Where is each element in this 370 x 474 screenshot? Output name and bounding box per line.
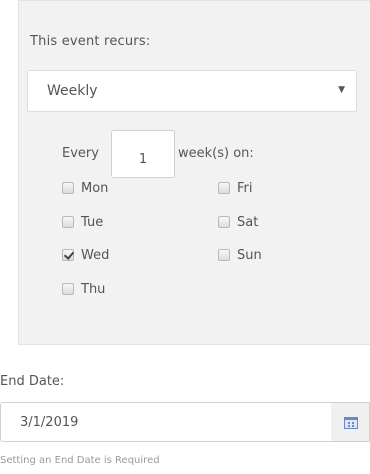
day-label: Wed [81, 247, 110, 263]
calendar-button[interactable] [331, 402, 370, 442]
unit-label: week(s) on: [178, 146, 254, 161]
interval-input[interactable] [111, 130, 175, 178]
day-checkbox-sun[interactable]: Sun [218, 246, 262, 264]
dropdown-arrow-icon: ▼ [338, 85, 345, 95]
checkbox-icon[interactable] [218, 216, 230, 228]
checkbox-icon[interactable] [218, 249, 230, 261]
every-label: Every [62, 146, 99, 161]
day-checkbox-tue[interactable]: Tue [62, 213, 103, 231]
day-checkbox-mon[interactable]: Mon [62, 179, 108, 197]
checkbox-icon[interactable] [62, 283, 74, 295]
frequency-select[interactable]: Weekly ▼ [27, 70, 357, 112]
recurrence-label: This event recurs: [30, 34, 151, 49]
checkbox-icon[interactable] [62, 216, 74, 228]
day-label: Sat [237, 214, 259, 230]
end-date-input[interactable] [0, 402, 332, 442]
frequency-value: Weekly [47, 83, 98, 99]
end-date-label: End Date: [0, 374, 65, 389]
day-label: Tue [81, 214, 104, 230]
day-label: Thu [81, 281, 106, 297]
checkbox-icon[interactable] [218, 182, 230, 194]
day-checkbox-wed[interactable]: Wed [62, 246, 109, 264]
day-checkbox-sat[interactable]: Sat [218, 213, 258, 231]
calendar-icon [344, 417, 358, 429]
day-label: Sun [237, 247, 262, 263]
checkbox-icon[interactable] [62, 182, 74, 194]
day-label: Fri [237, 180, 253, 196]
day-checkbox-fri[interactable]: Fri [218, 179, 253, 197]
day-label: Mon [81, 180, 109, 196]
day-checkbox-thu[interactable]: Thu [62, 280, 105, 298]
checkbox-checked-icon[interactable] [62, 249, 74, 261]
end-date-hint: Setting an End Date is Required [0, 455, 160, 466]
